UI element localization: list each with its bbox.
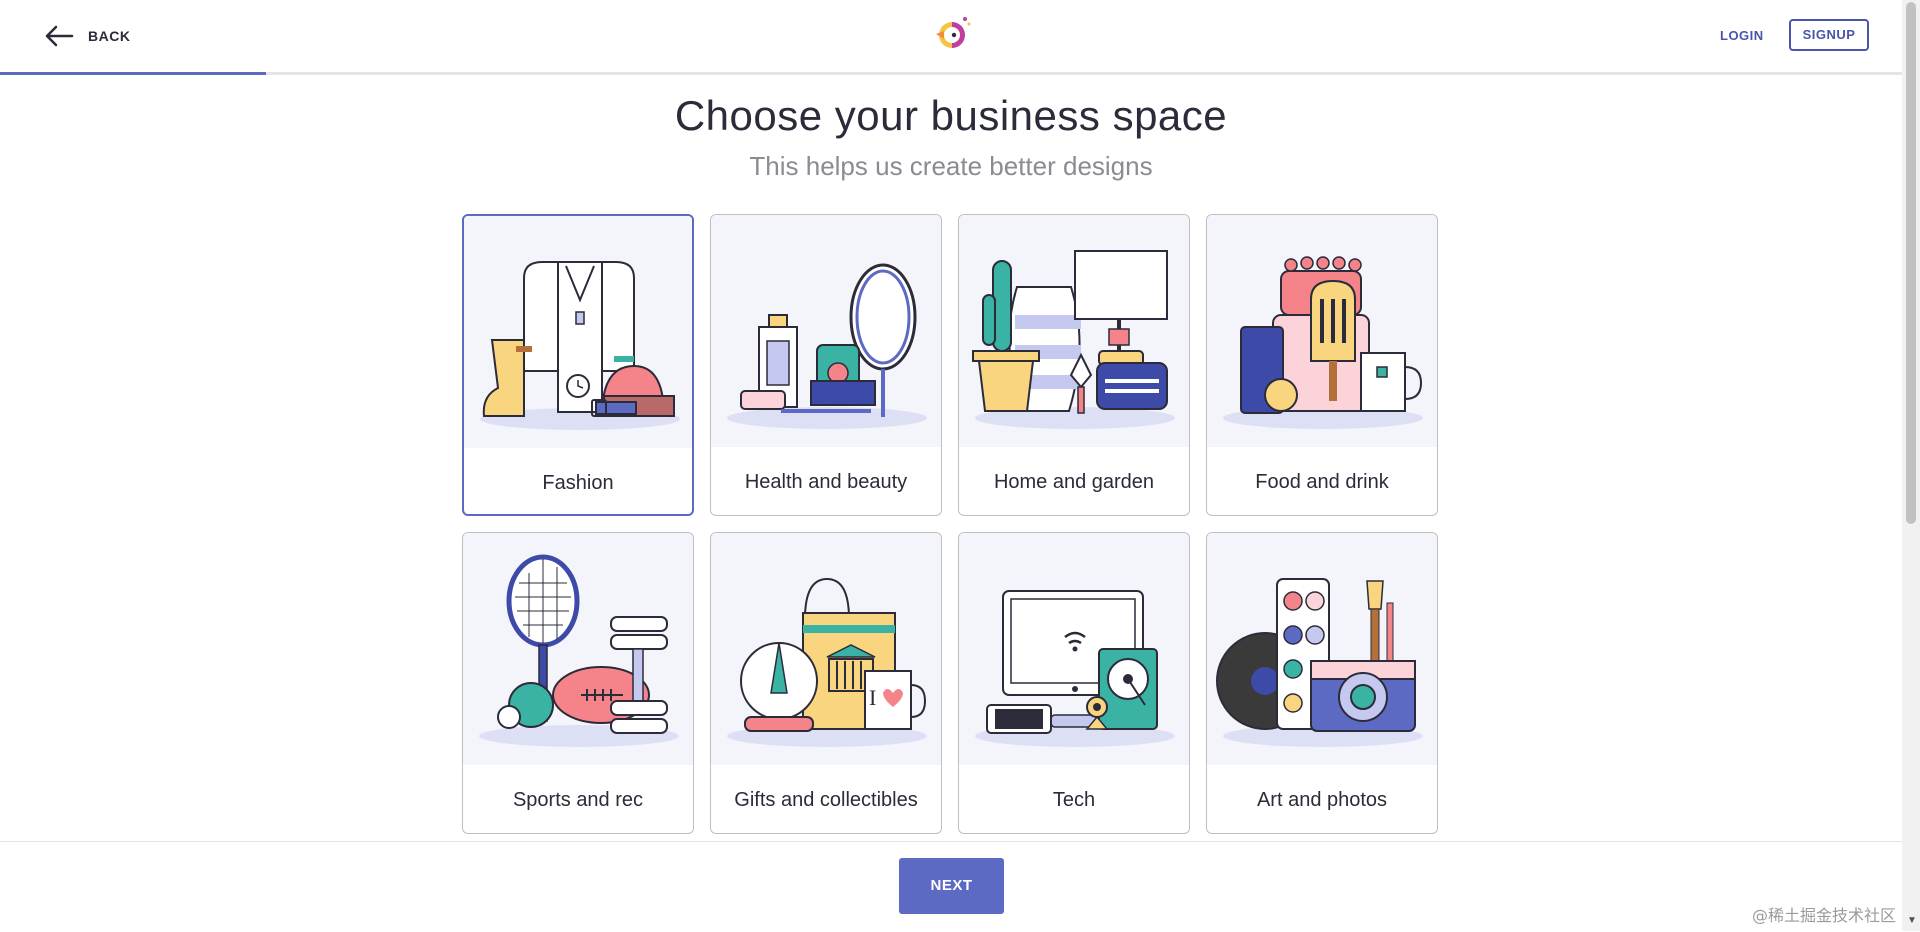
progress-bar (0, 72, 267, 75)
health-beauty-illustration (711, 215, 941, 447)
category-label: Art and photos (1256, 789, 1388, 811)
category-card-food-and-drink[interactable]: Food and drink (1206, 214, 1438, 516)
category-card-gifts-and-collectibles[interactable]: I Gifts and collectibles (710, 532, 942, 834)
category-label: Food and drink (1255, 471, 1389, 493)
svg-text:I: I (869, 685, 876, 710)
back-button[interactable]: BACK (44, 20, 130, 52)
category-card-fashion[interactable]: Fashion (462, 214, 694, 516)
food-drink-illustration (1207, 215, 1437, 447)
category-card-sports-and-rec[interactable]: Sports and rec (462, 532, 694, 834)
category-label: Sports and rec (512, 789, 644, 811)
category-label: Gifts and collectibles (734, 789, 918, 811)
category-card-home-and-garden[interactable]: Home and garden (958, 214, 1190, 516)
category-label: Health and beauty (744, 471, 908, 493)
sports-rec-illustration (463, 533, 693, 765)
fashion-illustration (464, 216, 692, 448)
signup-button[interactable]: SIGNUP (1789, 19, 1869, 51)
page-title: Choose your business space (674, 92, 1228, 139)
top-bar: BACK LOGIN SIGNUP (0, 0, 1902, 75)
home-garden-illustration (959, 215, 1189, 447)
gifts-collectibles-illustration: I (711, 533, 941, 765)
category-label: Tech (1052, 789, 1096, 811)
header-divider (0, 72, 1902, 75)
logo-icon (936, 17, 971, 48)
login-link[interactable]: LOGIN (1712, 22, 1772, 50)
next-button[interactable]: NEXT (899, 858, 1004, 914)
watermark: @稀土掘金技术社区 (1752, 906, 1897, 925)
back-label: BACK (88, 28, 131, 44)
scrollbar-thumb[interactable] (1906, 2, 1916, 524)
category-card-health-and-beauty[interactable]: Health and beauty (710, 214, 942, 516)
arrow-left-icon (45, 25, 74, 47)
scroll-down-arrow-icon[interactable]: ▼ (1907, 915, 1917, 927)
art-photos-illustration (1207, 533, 1437, 765)
category-card-tech[interactable]: Tech (958, 532, 1190, 834)
category-label: Home and garden (993, 471, 1155, 493)
page-scrollbar[interactable]: ▼ (1902, 0, 1920, 931)
category-label: Fashion (542, 472, 614, 494)
tech-illustration (959, 533, 1189, 765)
category-card-art-and-photos[interactable]: Art and photos (1206, 532, 1438, 834)
page-subtitle: This helps us create better designs (749, 151, 1153, 181)
